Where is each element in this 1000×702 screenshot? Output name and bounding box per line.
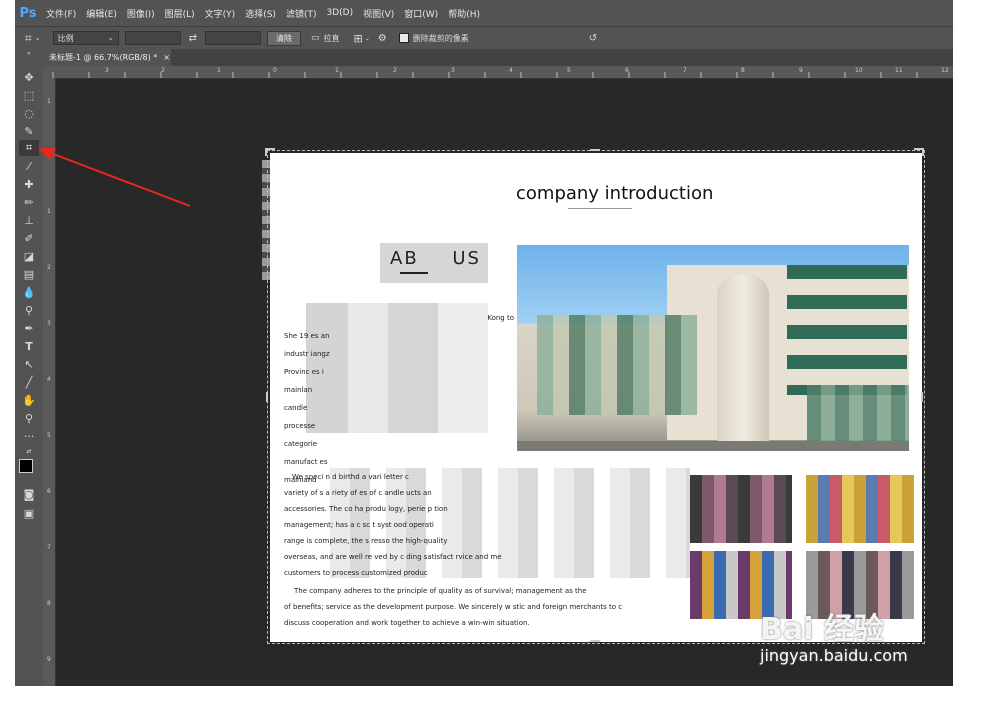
baidu-watermark: Bai 经验 jingyan.baidu.com (760, 604, 908, 665)
annotation-arrow (38, 148, 191, 207)
watermark-brand: Bai 经验 (760, 612, 884, 647)
watermark-url: jingyan.baidu.com (760, 646, 908, 665)
